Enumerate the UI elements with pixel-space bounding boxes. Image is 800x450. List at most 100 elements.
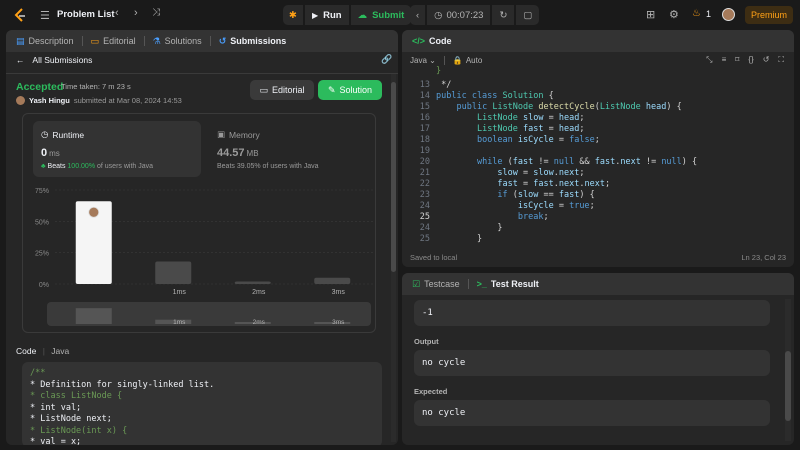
code-icon: </> <box>412 36 426 46</box>
timer[interactable]: ◷ 00:07:23 <box>427 5 491 25</box>
lock-icon: 🔒 <box>452 55 463 65</box>
streak-flame-icon[interactable]: ♨ <box>692 8 701 19</box>
notes-button[interactable]: ▢ <box>516 5 540 25</box>
auto-mode[interactable]: Auto <box>466 56 482 65</box>
all-submissions-link[interactable]: ← All Submissions <box>16 55 92 65</box>
tab-divider <box>143 36 145 46</box>
problem-list-link[interactable]: Problem List <box>57 9 115 20</box>
y-tick-label: 25% <box>35 251 49 258</box>
code-line: } <box>436 223 503 233</box>
line-number: 23 <box>419 190 430 200</box>
code-section-label: Code | Java <box>16 346 70 356</box>
layout-grid-icon[interactable]: ⊞ <box>646 8 655 21</box>
book-icon: ▭ <box>259 84 268 95</box>
collapse-timer-button[interactable]: ‹ <box>410 5 426 25</box>
scrollbar-thumb[interactable] <box>785 351 791 421</box>
bug-icon: ✱ <box>289 9 297 21</box>
tab-solutions[interactable]: ⚗ Solutions <box>153 36 202 47</box>
code-line: boolean isCycle = false; <box>476 135 600 145</box>
user-avatar-marker <box>88 206 100 218</box>
premium-button[interactable]: Premium <box>745 6 793 24</box>
checkbox-icon: ☑ <box>412 278 421 289</box>
y-tick-label: 0% <box>39 282 49 289</box>
output-box[interactable]: no cycle <box>414 350 770 376</box>
tab-description[interactable]: ▤ Description <box>16 36 74 47</box>
result-value-box[interactable]: -1 <box>414 300 770 326</box>
reset-timer-button[interactable]: ↻ <box>492 5 515 25</box>
clock-icon: ◷ <box>41 129 49 139</box>
line-number: 17 <box>419 124 430 134</box>
x-tick-label: 1ms <box>173 289 187 296</box>
tab-test-result[interactable]: >_ Test Result <box>477 279 539 289</box>
history-icon: ↺ <box>218 35 227 46</box>
braces-icon[interactable]: {} <box>748 55 753 65</box>
problem-list-icon[interactable]: ☰ <box>40 9 50 22</box>
line-number: 14 <box>419 91 430 101</box>
expand-icon[interactable]: ⛶ <box>778 55 784 65</box>
submit-button[interactable]: ☁ Submit <box>350 5 412 25</box>
memory-value: 44.57 MB <box>217 147 259 159</box>
next-problem-icon[interactable]: › <box>134 7 138 19</box>
left-scrollbar[interactable] <box>391 74 396 442</box>
editorial-button[interactable]: ▭ Editorial <box>250 80 314 100</box>
line-number: 22 <box>419 179 430 189</box>
code-line: * Definition for singly-linked list. <box>30 379 215 390</box>
divider <box>6 73 398 74</box>
scrollbar-thumb[interactable] <box>391 82 396 272</box>
clock-icon: ◷ <box>434 9 443 21</box>
description-icon: ▤ <box>16 35 25 46</box>
runtime-title: ◷ Runtime <box>41 129 85 140</box>
tab-divider <box>209 36 211 46</box>
code-line: while (fast != null && fast.next != null… <box>476 157 698 167</box>
debug-button[interactable]: ✱ <box>283 5 303 25</box>
runtime-beats: ♣ Beats 100.00% of users with Java <box>41 163 154 170</box>
top-bar: ☰ Problem List ‹ › ⤨ ✱ ▶ Run ☁ Submit ‹ … <box>0 0 800 30</box>
submitted-code[interactable]: /** * Definition for singly-linked list.… <box>22 362 382 445</box>
streak-count: 1 <box>706 9 712 19</box>
line-number: 19 <box>419 146 430 156</box>
align-icon[interactable]: ≡ <box>722 55 727 65</box>
code-editor[interactable]: } 13 */ 14 public class Solution { 15 pu… <box>402 66 794 248</box>
link-icon[interactable]: 🔗 <box>381 54 392 65</box>
runtime-card[interactable]: ◷ Runtime 0 ms ♣ Beats 100.00% of users w… <box>33 121 201 177</box>
stats-box: ◷ Runtime 0 ms ♣ Beats 100.00% of users w… <box>22 113 376 333</box>
refresh-icon: ↻ <box>499 9 508 21</box>
gear-icon[interactable]: ⚙ <box>669 8 679 21</box>
tab-testcase[interactable]: ☑ Testcase <box>412 279 460 290</box>
leetcode-logo-icon[interactable] <box>12 7 28 23</box>
right-scrollbar[interactable] <box>785 299 791 441</box>
runtime-distribution-chart[interactable]: 75% 50% 25% 0% 1ms 2ms 3ms 1ms 2ms 3ms <box>23 184 377 334</box>
bookmark-icon[interactable]: ⌑ <box>735 55 739 65</box>
format-icon[interactable]: ⤡ <box>706 55 712 65</box>
line-number: 20 <box>419 157 430 167</box>
code-tab-bar: </> Code <box>402 30 794 52</box>
x-tick-label: 2ms <box>252 289 266 296</box>
shuffle-icon[interactable]: ⤨ <box>152 7 160 18</box>
code-line: ListNode slow = head; <box>476 113 585 123</box>
submission-author-row: Yash Hingu submitted at Mar 08, 2024 14:… <box>16 96 182 105</box>
avatar <box>16 96 25 105</box>
line-number: 24 <box>419 223 430 233</box>
code-line: isCycle = true; <box>517 201 595 211</box>
solution-button[interactable]: ✎ Solution <box>318 80 382 100</box>
code-line: /** <box>30 368 46 378</box>
tab-editorial[interactable]: ▭ Editorial <box>91 36 136 47</box>
y-tick-label: 75% <box>35 188 49 195</box>
reset-icon[interactable]: ↺ <box>763 55 770 65</box>
language-select[interactable]: Java ⌄ <box>410 56 436 65</box>
run-button[interactable]: ▶ Run <box>304 5 349 25</box>
expected-box[interactable]: no cycle <box>414 400 770 426</box>
test-tab-bar: ☑ Testcase >_ Test Result <box>402 273 794 295</box>
left-tab-bar: ▤ Description ▭ Editorial ⚗ Solutions ↺ … <box>6 30 398 52</box>
time-taken: Time taken: 7 m 23 s <box>61 82 131 91</box>
code-line: * ListNode(int x) { <box>30 425 128 436</box>
memory-card[interactable]: ▣ Memory 44.57 MB Beats 39.05% of users w… <box>209 121 369 177</box>
tab-submissions[interactable]: ↺ Submissions <box>219 36 287 47</box>
cloud-upload-icon: ☁ <box>357 9 368 21</box>
prev-problem-icon[interactable]: ‹ <box>115 7 119 19</box>
tab-code[interactable]: </> Code <box>412 36 452 46</box>
code-line: * class ListNode { <box>30 391 123 401</box>
author-name[interactable]: Yash Hingu <box>29 96 70 105</box>
left-panel: ▤ Description ▭ Editorial ⚗ Solutions ↺ … <box>6 30 398 445</box>
user-avatar[interactable] <box>722 8 735 21</box>
